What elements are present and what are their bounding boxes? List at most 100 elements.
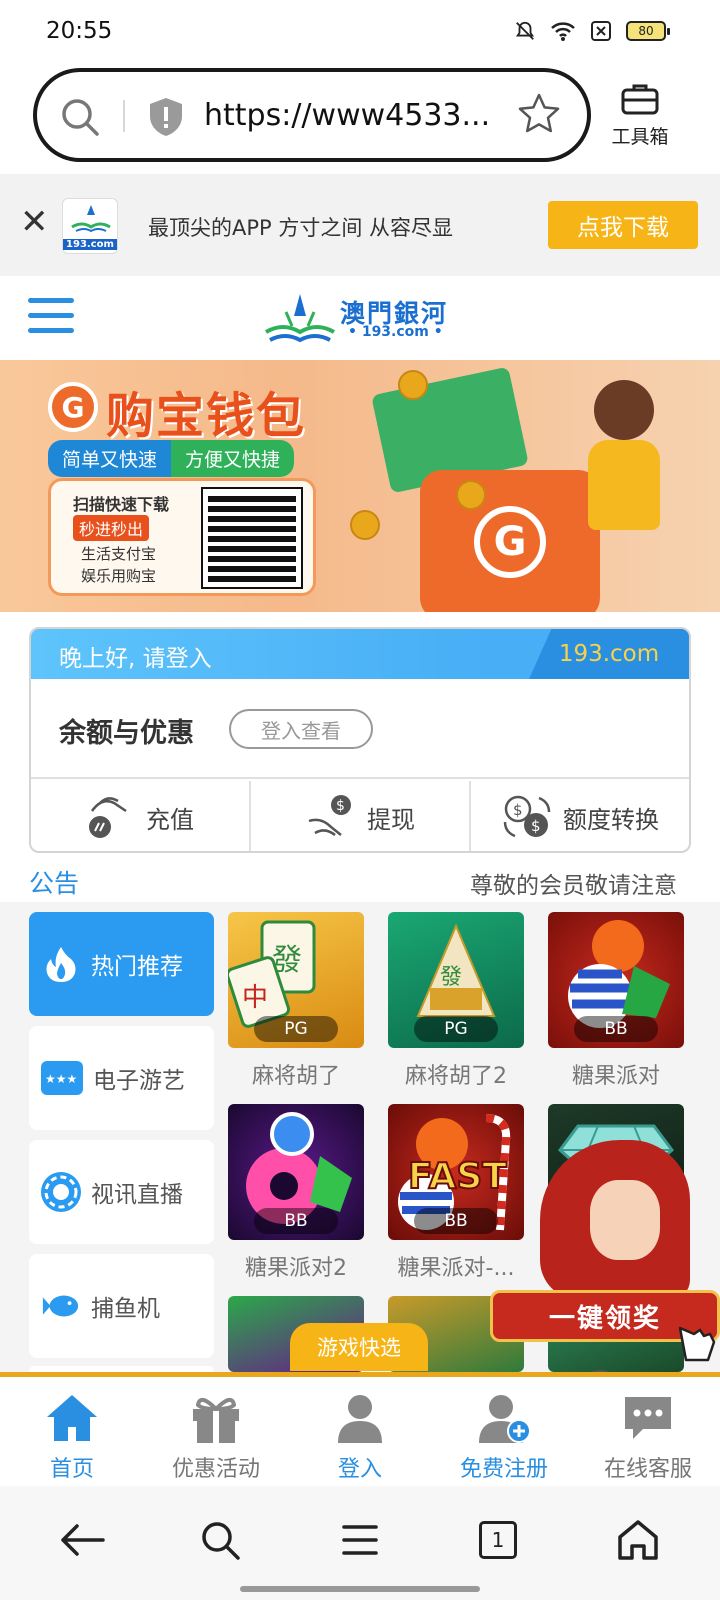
coin-icon bbox=[350, 510, 380, 540]
bottom-tab-bar: 首页 优惠活动 登入 免费注册 在线客服 bbox=[0, 1372, 720, 1486]
tabs-button[interactable]: 1 bbox=[474, 1516, 522, 1564]
game-tile[interactable]: BB bbox=[548, 912, 684, 1048]
game-name[interactable]: 糖果派对 bbox=[531, 1058, 701, 1090]
tab-count: 1 bbox=[479, 1521, 517, 1559]
tab-support[interactable]: 在线客服 bbox=[576, 1377, 720, 1486]
tab-label: 登入 bbox=[337, 1457, 382, 1482]
logo-domain: • 193.com • bbox=[348, 324, 443, 340]
notice-marquee[interactable]: 尊敬的会员敬请注意 bbox=[470, 866, 692, 900]
banner-slogan: 最顶尖的APP 方寸之间 从容尽显 bbox=[148, 216, 454, 240]
promo-banner[interactable]: G 购宝钱包 简单又快速 方便又快捷 扫描快速下载 秒进秒出 生活支付宝 娱乐用… bbox=[0, 360, 720, 612]
tab-register[interactable]: 免费注册 bbox=[432, 1377, 576, 1486]
battery-icon: 80 bbox=[626, 21, 670, 41]
qr-code bbox=[201, 487, 303, 589]
toolbox-button[interactable]: 工具箱 bbox=[600, 82, 680, 149]
mascot-girl-illustration bbox=[580, 380, 670, 580]
floating-reward-banner[interactable]: 一键领奖 bbox=[490, 1140, 720, 1370]
search-button[interactable] bbox=[196, 1516, 244, 1564]
user-icon bbox=[338, 1395, 382, 1443]
game-tile[interactable]: 發中 PG bbox=[228, 912, 364, 1048]
provider-badge: BB bbox=[574, 1016, 658, 1042]
hand-card-icon bbox=[89, 797, 127, 838]
app-logo: 193.com bbox=[62, 198, 118, 254]
browser-toolbar: https://www4533... 工具箱 bbox=[0, 60, 720, 174]
category-label: 捕鱼机 bbox=[91, 1296, 160, 1322]
shield-warning-icon[interactable] bbox=[147, 96, 185, 138]
svg-text:$: $ bbox=[336, 798, 345, 814]
game-name[interactable]: 麻将胡了 bbox=[211, 1058, 381, 1090]
qr-card: 扫描快速下载 秒进秒出 生活支付宝 娱乐用购宝 bbox=[48, 478, 316, 596]
url-text[interactable]: https://www4533... bbox=[204, 98, 504, 133]
search-icon bbox=[202, 1522, 240, 1560]
sim-icon bbox=[591, 21, 611, 41]
svg-text:★★★: ★★★ bbox=[45, 1072, 77, 1086]
fish-icon bbox=[41, 1286, 81, 1326]
coin-icon bbox=[456, 480, 486, 510]
menu-icon[interactable] bbox=[28, 298, 74, 338]
book-logo-icon bbox=[71, 205, 111, 233]
withdraw-button[interactable]: $ 提现 bbox=[251, 781, 471, 851]
site-header: 澳門銀河 • 193.com • bbox=[0, 276, 720, 360]
game-name[interactable]: 糖果派对2 bbox=[211, 1250, 381, 1282]
book-logo-icon bbox=[264, 294, 336, 343]
account-card: 晚上好, 请登入 193.com 余额与优惠 登入查看 充值 $ 提现 $ $ 额… bbox=[29, 627, 691, 853]
category-live[interactable]: 视讯直播 bbox=[29, 1140, 214, 1244]
promo-title: 购宝钱包 bbox=[106, 388, 307, 444]
svg-text:$: $ bbox=[531, 817, 541, 835]
toolbox-icon bbox=[621, 84, 659, 115]
tab-label: 优惠活动 bbox=[171, 1457, 260, 1482]
tab-home[interactable]: 首页 bbox=[0, 1377, 144, 1486]
balance-label: 余额与优惠 bbox=[59, 718, 194, 749]
notice-label: 公告 bbox=[29, 869, 80, 898]
account-header: 晚上好, 请登入 193.com bbox=[31, 629, 689, 679]
tab-label: 首页 bbox=[49, 1457, 94, 1482]
category-hot[interactable]: 热门推荐 bbox=[29, 912, 214, 1016]
tab-promotions[interactable]: 优惠活动 bbox=[144, 1377, 288, 1486]
menu-button[interactable] bbox=[336, 1516, 384, 1564]
search-icon[interactable] bbox=[59, 96, 101, 138]
tab-label: 在线客服 bbox=[603, 1457, 692, 1482]
category-label: 视讯直播 bbox=[91, 1182, 183, 1208]
quick-pick-button[interactable]: 游戏快选 bbox=[290, 1323, 428, 1371]
download-app-button[interactable]: 点我下载 bbox=[548, 201, 698, 249]
chip-icon bbox=[41, 1172, 81, 1212]
game-tile[interactable]: BB bbox=[228, 1104, 364, 1240]
tab-login[interactable]: 登入 bbox=[288, 1377, 432, 1486]
gift-icon bbox=[193, 1397, 239, 1443]
tab-label: 免费注册 bbox=[459, 1457, 548, 1482]
wallet-logo-icon: G bbox=[48, 382, 98, 432]
action-label: 额度转换 bbox=[563, 805, 659, 834]
status-bar: 20:55 80 bbox=[0, 0, 720, 60]
clock: 20:55 bbox=[46, 18, 113, 44]
svg-text:中: 中 bbox=[242, 983, 268, 1013]
bookmark-star-icon[interactable] bbox=[517, 92, 561, 136]
slot-icon: ★★★ bbox=[41, 1061, 83, 1095]
close-banner-icon[interactable]: ✕ bbox=[20, 202, 49, 242]
address-bar[interactable]: https://www4533... bbox=[33, 68, 591, 162]
gesture-handle[interactable] bbox=[240, 1586, 480, 1592]
account-actions: 充值 $ 提现 $ $ 额度转换 bbox=[31, 781, 689, 851]
user-add-icon bbox=[479, 1395, 531, 1443]
svg-text:發: 發 bbox=[440, 965, 462, 990]
action-label: 提现 bbox=[367, 805, 415, 834]
deposit-button[interactable]: 充值 bbox=[31, 781, 251, 851]
game-name[interactable]: 麻将胡了2 bbox=[371, 1058, 541, 1090]
account-domain: 193.com bbox=[529, 629, 689, 679]
qr-caption: 生活支付宝 bbox=[81, 545, 157, 563]
game-tile[interactable]: 發 PG bbox=[388, 912, 524, 1048]
transfer-button[interactable]: $ $ 额度转换 bbox=[471, 781, 689, 851]
greeting-login-link[interactable]: 晚上好, 请登入 bbox=[59, 639, 212, 673]
flame-icon bbox=[41, 944, 81, 984]
home-button[interactable] bbox=[614, 1516, 662, 1564]
home-outline-icon bbox=[618, 1520, 658, 1560]
promo-tag: 简单又快速 bbox=[48, 440, 172, 477]
category-slots[interactable]: ★★★ 电子游艺 bbox=[29, 1026, 214, 1130]
promo-tag: 方便又快捷 bbox=[171, 440, 295, 477]
back-button[interactable] bbox=[58, 1516, 106, 1564]
login-view-button[interactable]: 登入查看 bbox=[229, 709, 373, 749]
dollar-exchange-icon: $$ bbox=[503, 795, 551, 838]
home-icon bbox=[47, 1395, 97, 1441]
qr-caption: 扫描快速下载 bbox=[73, 495, 170, 514]
site-logo[interactable]: 澳門銀河 • 193.com • bbox=[262, 292, 462, 348]
category-fishing[interactable]: 捕鱼机 bbox=[29, 1254, 214, 1358]
